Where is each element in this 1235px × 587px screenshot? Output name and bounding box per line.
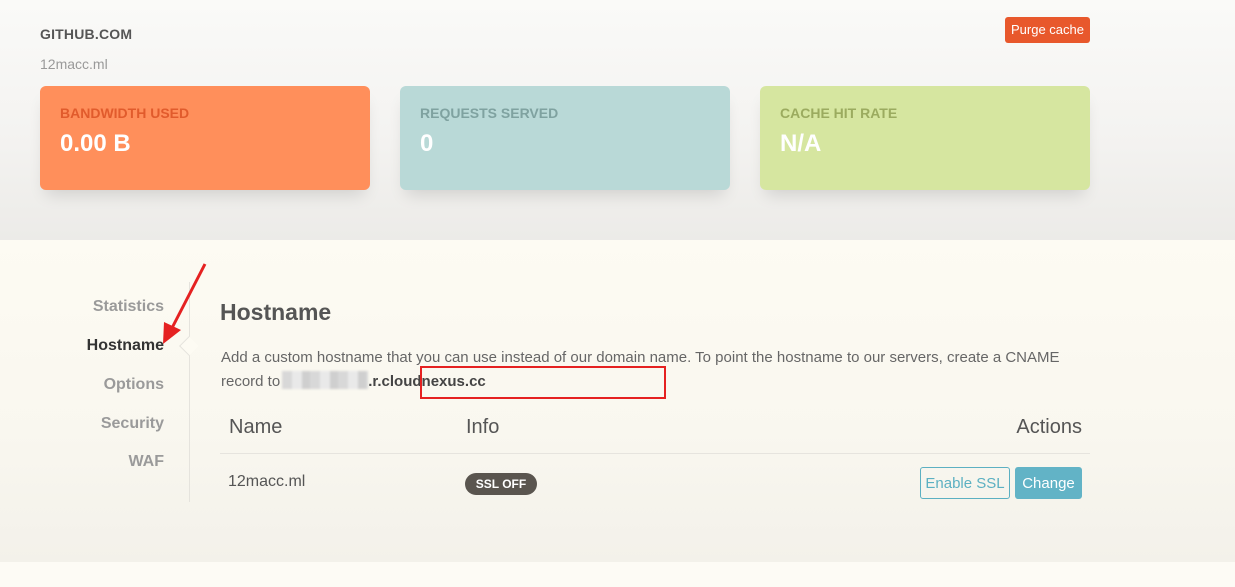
purge-cache-button[interactable]: Purge cache xyxy=(1005,17,1090,43)
section-description: Add a custom hostname that you can use i… xyxy=(221,346,1081,394)
sidebar-item-security[interactable]: Security xyxy=(101,415,164,433)
cache-hit-value: N/A xyxy=(780,130,822,157)
cache-hit-card: CACHE HIT RATE N/A xyxy=(760,86,1090,190)
bandwidth-value: 0.00 B xyxy=(60,130,131,157)
hostname-cell: 12macc.ml xyxy=(228,473,306,490)
sidebar-item-statistics[interactable]: Statistics xyxy=(93,298,164,316)
table-row: 12macc.ml SSL OFF Enable SSL Change xyxy=(220,455,1090,511)
sidebar-item-hostname[interactable]: Hostname xyxy=(87,337,164,355)
site-domain: 12macc.ml xyxy=(40,56,108,72)
column-header-actions: Actions xyxy=(1016,416,1082,438)
requests-card: REQUESTS SERVED 0 xyxy=(400,86,730,190)
site-title: GITHUB.COM xyxy=(40,26,133,42)
settings-panel xyxy=(0,240,1235,562)
enable-ssl-button[interactable]: Enable SSL xyxy=(920,467,1010,499)
redacted-subdomain xyxy=(282,371,369,389)
sidebar-item-options[interactable]: Options xyxy=(104,376,164,394)
hostname-table-header: Name Info Actions xyxy=(220,410,1090,454)
column-header-name: Name xyxy=(229,416,283,438)
requests-value: 0 xyxy=(420,130,434,157)
requests-label: REQUESTS SERVED xyxy=(420,105,559,121)
bandwidth-card: BANDWIDTH USED 0.00 B xyxy=(40,86,370,190)
section-title: Hostname xyxy=(220,299,332,325)
sidebar-item-waf[interactable]: WAF xyxy=(128,453,164,471)
column-header-info: Info xyxy=(466,416,500,438)
cache-hit-label: CACHE HIT RATE xyxy=(780,105,898,121)
bandwidth-label: BANDWIDTH USED xyxy=(60,105,190,121)
stats-header: GITHUB.COM 12macc.ml Purge cache BANDWID… xyxy=(0,0,1235,240)
cname-target: .r.cloudnexus.cc xyxy=(368,373,486,390)
change-button[interactable]: Change xyxy=(1015,467,1082,499)
ssl-status-badge: SSL OFF xyxy=(465,473,537,495)
sidebar-divider xyxy=(189,282,190,502)
